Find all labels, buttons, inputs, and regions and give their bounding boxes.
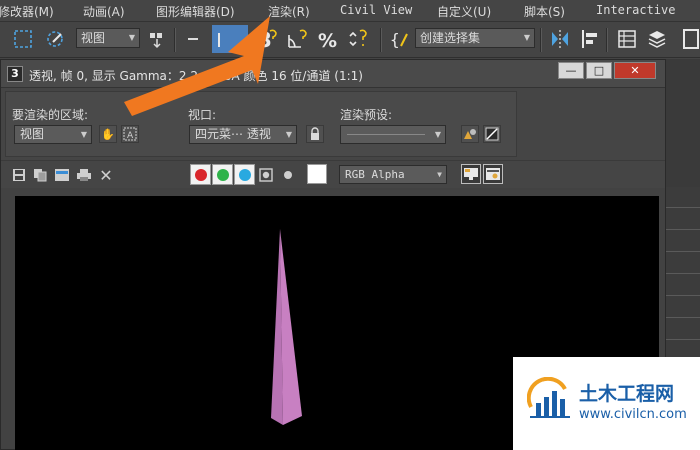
monochrome-icon[interactable] bbox=[279, 166, 297, 184]
lock-icon[interactable] bbox=[306, 125, 324, 143]
toggle-ui-overlay-icon[interactable] bbox=[461, 164, 481, 184]
red-channel-dot bbox=[194, 168, 207, 181]
render-window-titlebar[interactable]: 3 透视, 帧 0, 显示 Gamma：2.2, RGBA 颜色 16 位/通道… bbox=[1, 60, 665, 88]
layer-manager-icon[interactable] bbox=[614, 27, 640, 51]
svg-text:%: % bbox=[318, 30, 337, 51]
environment-effects-icon[interactable] bbox=[483, 125, 501, 143]
render-preset-label: 渲染预设: bbox=[340, 108, 393, 122]
menu-scripting[interactable]: 脚本(S) bbox=[524, 3, 565, 20]
civilcn-logo bbox=[527, 377, 570, 418]
green-channel-toggle[interactable] bbox=[212, 164, 233, 185]
render-settings-panel: 要渲染的区域: 视图 ▼ ✋ A 视口: 四元菜⋯ 透视 ▼ 渲染预设: ▼ bbox=[1, 88, 665, 160]
watermark-title: 土木工程网 bbox=[579, 383, 675, 405]
image-toolbar: ✕ RGB Alpha ▼ bbox=[1, 160, 665, 188]
menu-bar: 修改器(M) 动画(A) 图形编辑器(D) 渲染(R) Civil View 自… bbox=[0, 0, 700, 22]
red-channel-toggle[interactable] bbox=[190, 164, 211, 185]
clear-image-icon[interactable]: ✕ bbox=[97, 166, 115, 185]
display-channel-dropdown[interactable]: RGB Alpha ▼ bbox=[339, 165, 447, 184]
max-app-icon: 3 bbox=[7, 66, 23, 82]
menu-customize[interactable]: 自定义(U) bbox=[437, 3, 491, 20]
print-image-icon[interactable] bbox=[75, 166, 93, 184]
toggle-ui-icon[interactable] bbox=[483, 164, 503, 184]
svg-text:A: A bbox=[127, 131, 134, 141]
watermark-url: www.civilcn.com bbox=[579, 407, 687, 422]
menu-modifiers[interactable]: 修改器(M) bbox=[0, 3, 54, 20]
site-watermark: 土木工程网 www.civilcn.com bbox=[513, 357, 700, 450]
toolbar-separator bbox=[380, 28, 382, 52]
edit-named-selection-icon[interactable]: { bbox=[388, 27, 412, 51]
paint-selection-icon[interactable] bbox=[42, 27, 68, 51]
maximize-button[interactable]: □ bbox=[586, 62, 612, 79]
ribbon-icon[interactable] bbox=[644, 27, 670, 51]
scene-explorer-icon[interactable] bbox=[680, 27, 700, 51]
mirror-icon[interactable] bbox=[548, 27, 572, 51]
viewport-dropdown[interactable]: 四元菜⋯ 透视 ▼ bbox=[189, 125, 297, 144]
menu-civil-view[interactable]: Civil View bbox=[340, 3, 412, 17]
alpha-channel-icon[interactable] bbox=[257, 166, 275, 184]
svg-text:{: { bbox=[390, 30, 400, 49]
align-icon[interactable] bbox=[578, 27, 602, 51]
blue-channel-dot bbox=[238, 168, 251, 181]
blue-channel-toggle[interactable] bbox=[234, 164, 255, 185]
green-channel-dot bbox=[216, 168, 229, 181]
area-to-render-label: 要渲染的区域: bbox=[12, 108, 89, 122]
toolbar-separator bbox=[606, 28, 608, 52]
toolbar-separator bbox=[540, 28, 542, 52]
percent-snap-icon[interactable]: % bbox=[316, 27, 342, 51]
copy-image-icon[interactable] bbox=[31, 166, 49, 184]
save-image-icon[interactable] bbox=[10, 166, 28, 184]
clone-window-icon[interactable] bbox=[53, 166, 71, 184]
auto-region-icon[interactable]: A bbox=[121, 125, 139, 143]
area-to-render-dropdown[interactable]: 视图 ▼ bbox=[14, 125, 92, 144]
main-toolbar: 视图▼ 3 % { 创建选择集▼ bbox=[0, 22, 700, 58]
hand-pan-icon[interactable]: ✋ bbox=[99, 125, 117, 143]
spinner-snap-icon[interactable] bbox=[346, 27, 372, 51]
menu-interactive[interactable]: Interactive bbox=[596, 3, 675, 17]
minimize-button[interactable]: — bbox=[558, 62, 584, 79]
annotation-arrow bbox=[124, 16, 270, 116]
close-button[interactable]: ✕ bbox=[614, 62, 656, 79]
selection-region-icon[interactable] bbox=[10, 27, 36, 51]
named-selection-set-combo[interactable]: 创建选择集 ▼ bbox=[415, 28, 535, 48]
render-setup-icon[interactable] bbox=[461, 125, 479, 143]
background-color-swatch[interactable] bbox=[307, 164, 327, 184]
render-preset-dropdown[interactable]: ▼ bbox=[340, 125, 446, 144]
